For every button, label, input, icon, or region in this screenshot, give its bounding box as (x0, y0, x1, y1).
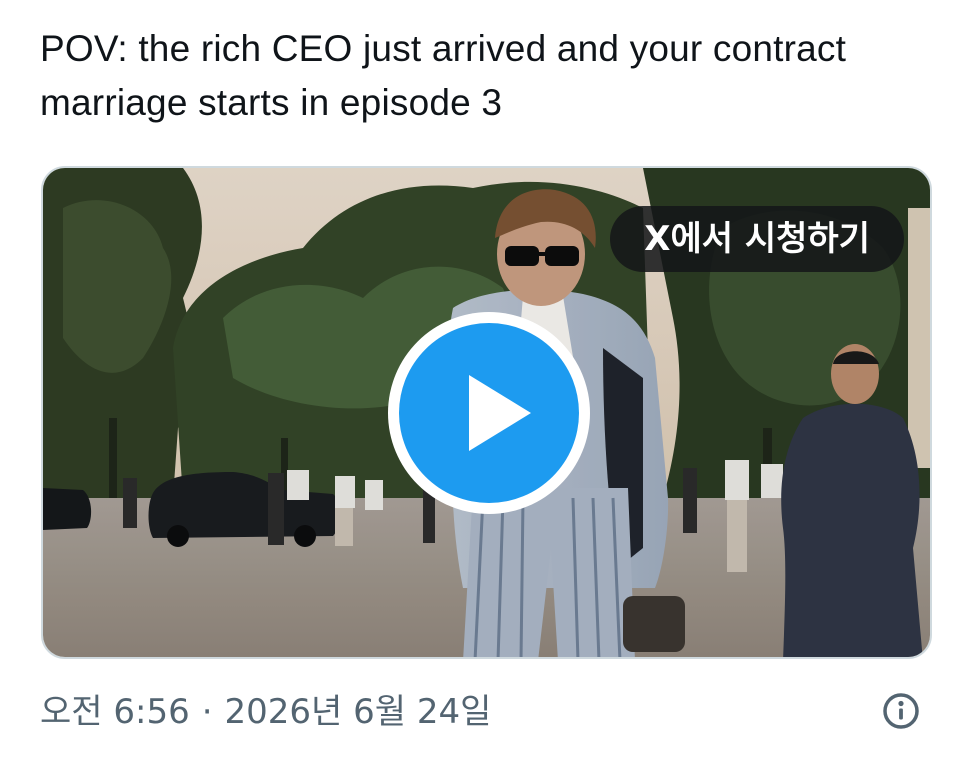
tweet-text: POV: the rich CEO just arrived and your … (40, 28, 847, 123)
play-button[interactable] (388, 312, 590, 514)
meta-separator: · (201, 692, 213, 732)
tweet-date: 2026년 6월 24일 (224, 692, 492, 732)
play-icon-disc (399, 323, 579, 503)
info-icon[interactable] (880, 690, 922, 732)
watch-on-x-button[interactable]: X에서 시청하기 (610, 206, 904, 272)
play-icon (469, 375, 531, 451)
tweet-time: 오전 6:56 (40, 692, 190, 732)
tweet-timestamp[interactable]: 오전 6:56 · 2026년 6월 24일 (40, 684, 491, 733)
video-thumbnail[interactable]: X에서 시청하기 (41, 166, 932, 659)
